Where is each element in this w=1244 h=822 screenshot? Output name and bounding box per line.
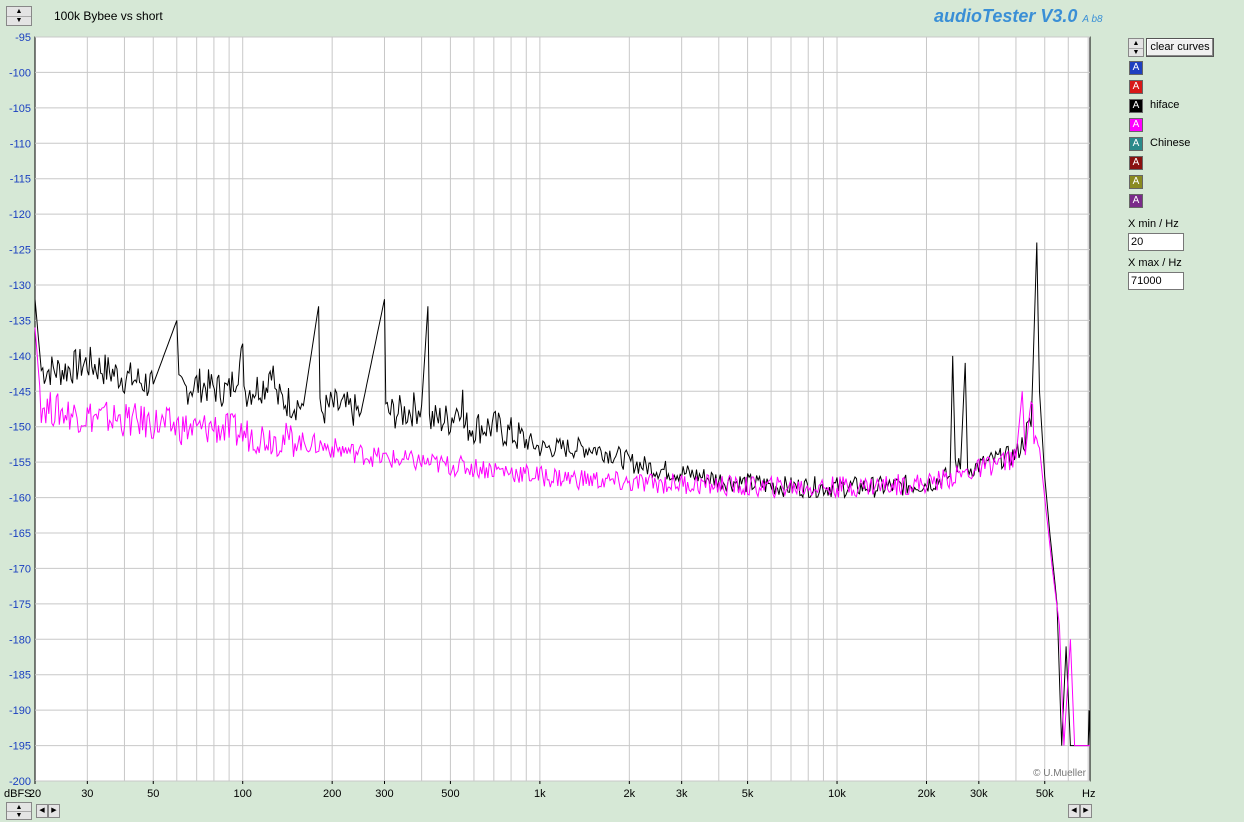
legend-toggle-8[interactable]: A xyxy=(1129,194,1143,208)
legend-toggle-2[interactable]: A xyxy=(1129,80,1143,94)
xmax-input[interactable]: 71000 xyxy=(1128,272,1184,290)
x-tick-label: 200 xyxy=(323,788,341,800)
y-tick-label: -130 xyxy=(9,280,31,292)
clear-curves-button[interactable]: clear curves xyxy=(1146,38,1214,57)
y-tick-label: -170 xyxy=(9,563,31,575)
x-tick-label: 5k xyxy=(742,788,754,800)
y-tick-label: -135 xyxy=(9,315,31,327)
x-tick-label: 30 xyxy=(81,788,93,800)
y-offset-spinner[interactable]: ▲ ▼ xyxy=(6,802,32,820)
legend-toggle-7[interactable]: A xyxy=(1129,175,1143,189)
scroll-right-button[interactable]: ▶ xyxy=(48,804,60,818)
x-tick-label: 3k xyxy=(676,788,688,800)
legend-toggle-1[interactable]: A xyxy=(1129,61,1143,75)
x-unit-label: Hz xyxy=(1082,788,1095,800)
x-tick-label: 100 xyxy=(234,788,252,800)
x-tick-label: 1k xyxy=(534,788,546,800)
pan-right-button[interactable]: ▶ xyxy=(1080,804,1092,818)
y-tick-label: -100 xyxy=(9,67,31,79)
y-tick-label: -175 xyxy=(9,599,31,611)
legend-label: Chinese xyxy=(1150,137,1191,149)
y-tick-label: -110 xyxy=(10,138,31,150)
y-tick-label: -150 xyxy=(9,422,31,434)
legend-toggle-3[interactable]: A xyxy=(1129,99,1143,113)
spinner-down-icon[interactable]: ▼ xyxy=(1129,48,1143,57)
legend-label: hiface xyxy=(1150,99,1180,111)
y-tick-label: -145 xyxy=(9,386,31,398)
scroll-left-button[interactable]: ◀ xyxy=(36,804,48,818)
xmin-input[interactable]: 20 xyxy=(1128,233,1184,251)
y-unit-label: dBFS xyxy=(4,788,32,800)
x-axis: 20 30 50 100 200 300 500 1k 2k 3k 5k 10k 20k 30k 50k xyxy=(29,781,1054,800)
y-tick-label: -120 xyxy=(9,209,31,221)
y-axis: -95 -100 -105 -110 -115 -120 -125 -130 -135 -140 -… xyxy=(9,32,31,788)
spectrum-chart: -95 -100 -105 -110 -115 -120 -125 -130 -135 -140 -… xyxy=(4,32,1095,800)
x-tick-label: 500 xyxy=(441,788,459,800)
legend-toggle-4[interactable]: A xyxy=(1129,118,1143,132)
watermark: © U.Mueller xyxy=(1033,768,1087,779)
y-tick-label: -185 xyxy=(9,670,31,682)
pan-left-button[interactable]: ◀ xyxy=(1068,804,1080,818)
y-tick-label: -200 xyxy=(9,776,31,788)
x-tick-label: 300 xyxy=(375,788,393,800)
xmin-label: X min / Hz xyxy=(1128,218,1179,230)
y-tick-label: -195 xyxy=(9,741,31,753)
x-tick-label: 10k xyxy=(828,788,846,800)
y-tick-label: -95 xyxy=(15,32,31,44)
y-tick-label: -140 xyxy=(9,351,31,363)
y-tick-label: -105 xyxy=(9,103,31,115)
y-tick-label: -155 xyxy=(9,457,31,469)
plot-area xyxy=(34,36,1091,782)
legend-toggle-5[interactable]: A xyxy=(1129,137,1143,151)
y-tick-label: -160 xyxy=(9,493,31,505)
legend-spinner[interactable]: ▲ ▼ xyxy=(1128,38,1144,57)
x-tick-label: 30k xyxy=(970,788,988,800)
y-tick-label: -115 xyxy=(10,174,31,186)
xmax-label: X max / Hz xyxy=(1128,257,1182,269)
y-tick-label: -190 xyxy=(9,705,31,717)
x-tick-label: 2k xyxy=(624,788,636,800)
y-tick-label: -165 xyxy=(9,528,31,540)
x-tick-label: 50k xyxy=(1036,788,1054,800)
legend-toggle-6[interactable]: A xyxy=(1129,156,1143,170)
x-tick-label: 20k xyxy=(918,788,936,800)
y-tick-label: -125 xyxy=(9,245,31,257)
x-tick-label: 50 xyxy=(147,788,159,800)
y-tick-label: -180 xyxy=(9,634,31,646)
spinner-down-icon[interactable]: ▼ xyxy=(7,811,31,819)
